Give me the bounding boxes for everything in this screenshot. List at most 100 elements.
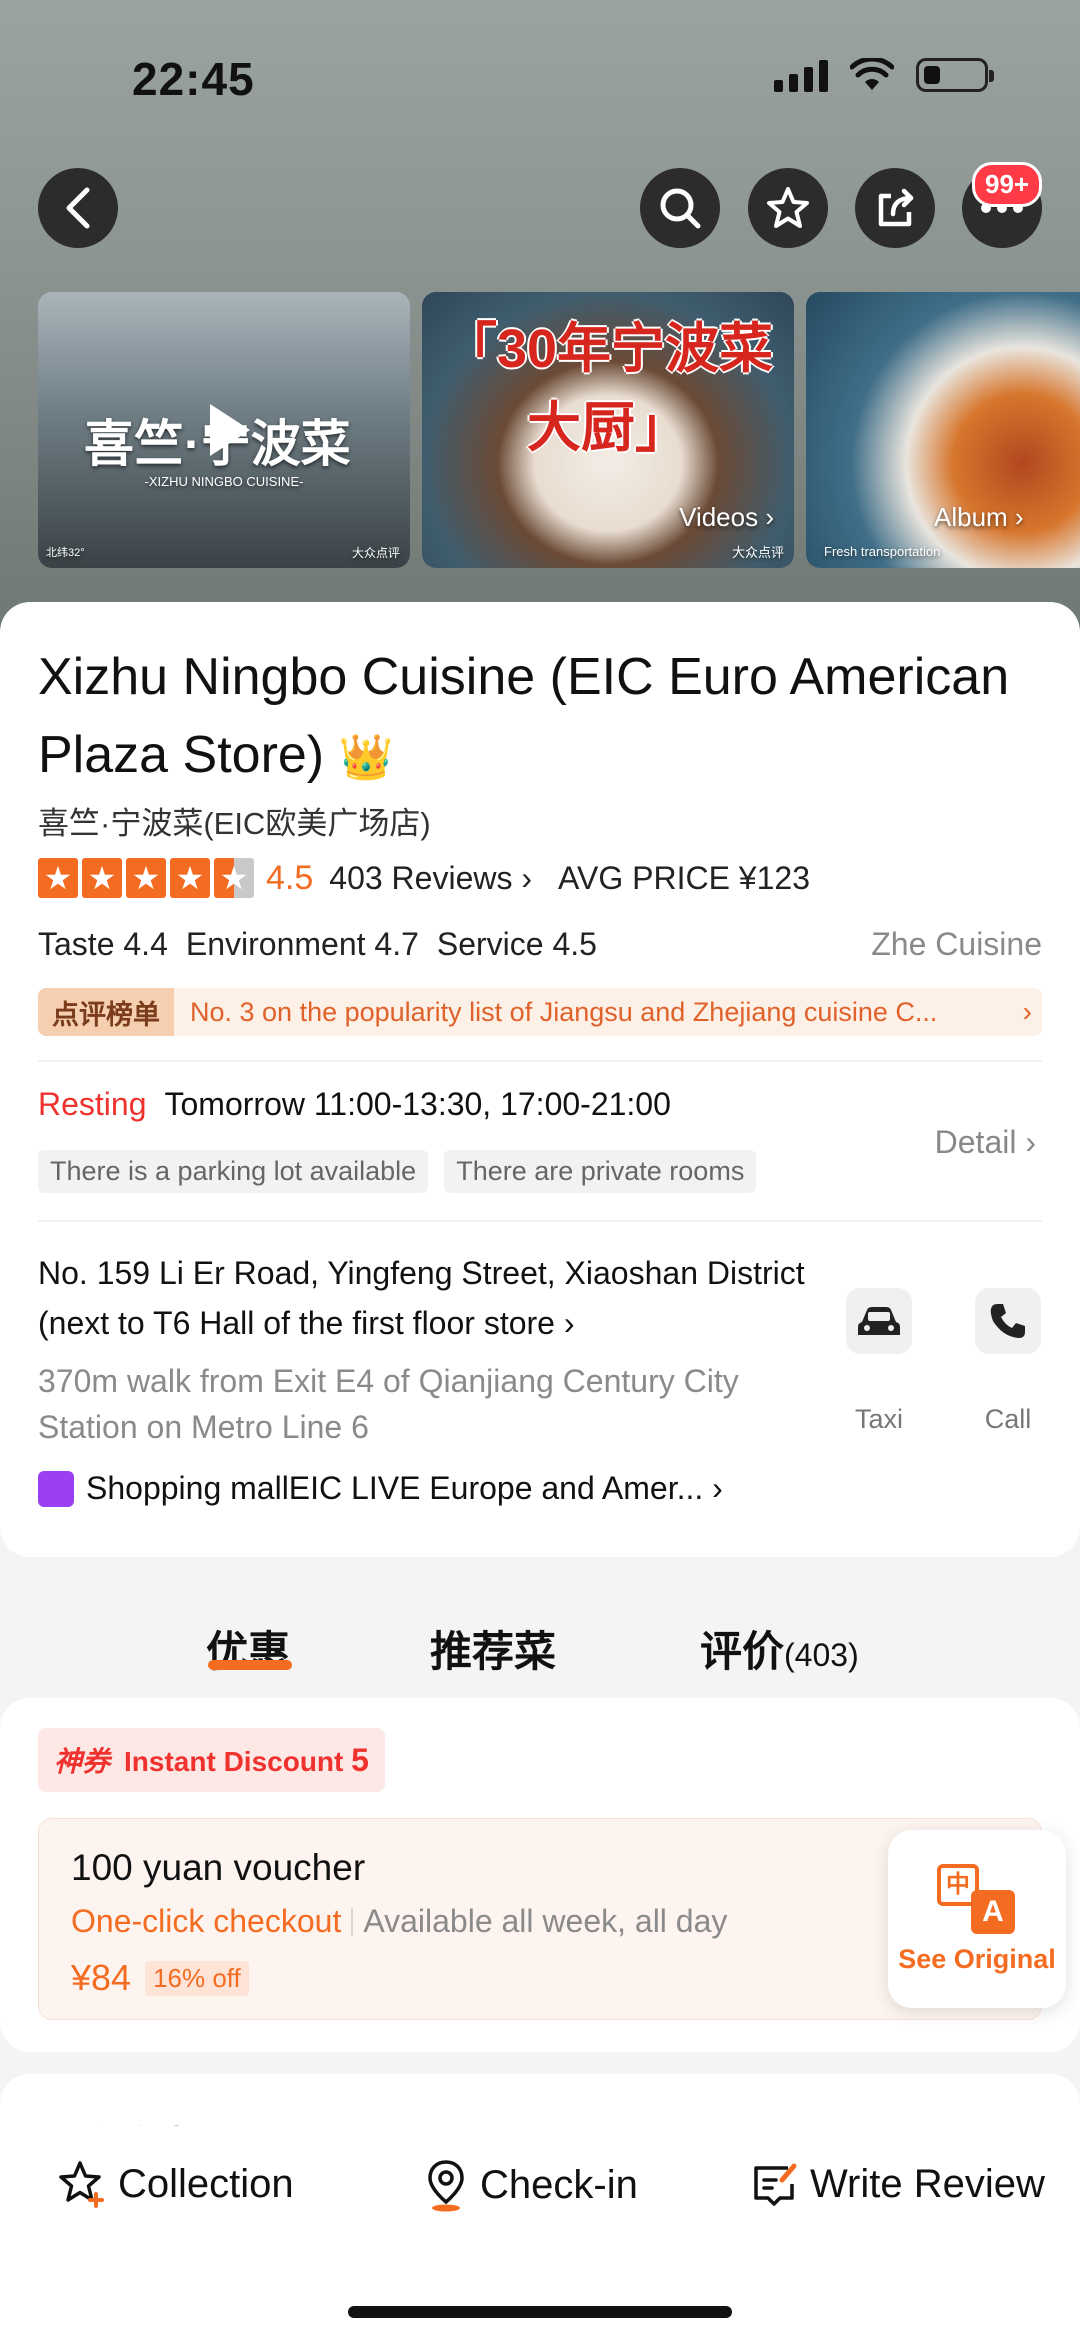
restaurant-name: Xizhu Ningbo Cuisine (EIC Euro American … xyxy=(38,648,1010,784)
write-review-button[interactable]: Write Review xyxy=(748,2158,1045,2210)
star-plus-icon xyxy=(59,2161,104,2208)
score-breakdown: Taste 4.4 Environment 4.7 Service 4.5 xyxy=(38,926,597,963)
videos-label: Videos xyxy=(679,502,759,532)
status-icons xyxy=(774,58,994,92)
instant-discount-label: Instant Discount 5 xyxy=(124,1742,369,1779)
collection-label: Collection xyxy=(118,2161,294,2206)
facility-tags: There is a parking lot available There a… xyxy=(38,1150,757,1193)
share-button[interactable] xyxy=(855,168,935,248)
tab-reviews[interactable]: 评价(403) xyxy=(700,1618,859,1679)
dish-photo[interactable]: 「30年宁波菜大厨」 大众点评 Videos › xyxy=(422,292,794,568)
share-icon xyxy=(878,188,914,227)
voucher-details: One-click checkout Available all week, a… xyxy=(71,1903,727,1940)
voucher-title: 100 yuan voucher xyxy=(71,1847,366,1888)
dish-watermark: 大众点评 xyxy=(731,545,784,560)
video-geo-label: 北纬32° xyxy=(46,547,85,559)
detail-label: Detail xyxy=(934,1124,1017,1160)
album-caption: Fresh transportation xyxy=(824,544,941,559)
call-label: Call xyxy=(984,1404,1032,1434)
star-icon: ★ xyxy=(82,858,122,898)
discount-label: Instant Discount xyxy=(124,1745,344,1777)
rating-stars: ★ ★ ★ ★ ★ xyxy=(38,858,254,898)
section-tabs: 优惠 推荐菜 评价(403) xyxy=(0,1600,1080,1680)
voucher-price-row: ¥84 16% off xyxy=(71,1957,249,1999)
environment-score: Environment 4.7 xyxy=(185,926,419,962)
location-pin-icon xyxy=(428,2160,464,2212)
oneclick-checkout: One-click checkout xyxy=(71,1903,342,1939)
see-original-label: See Original xyxy=(898,1943,1056,1974)
videos-link[interactable]: Videos › xyxy=(679,502,774,533)
star-icon xyxy=(767,187,809,228)
mall-prefix: Shopping mall xyxy=(86,1470,289,1506)
star-icon: ★ xyxy=(38,858,78,898)
phone-icon xyxy=(990,1304,1025,1338)
address-text: No. 159 Li Er Road, Yingfeng Street, Xia… xyxy=(38,1255,805,1341)
star-icon: ★ xyxy=(126,858,166,898)
restaurant-title: Xizhu Ningbo Cuisine (EIC Euro American … xyxy=(38,638,1058,797)
back-button[interactable] xyxy=(38,168,118,248)
service-score: Service 4.5 xyxy=(436,926,597,962)
mall-link[interactable]: Shopping mall EIC LIVE Europe and Amer...… xyxy=(38,1470,723,1507)
collection-button[interactable]: Collection xyxy=(56,2158,294,2210)
ranking-tag: 点评榜单 xyxy=(38,988,174,1036)
taxi-icon xyxy=(858,1307,900,1335)
tab-reviews-label: 评价 xyxy=(700,1628,785,1675)
checkin-button[interactable]: Check-in xyxy=(422,2158,638,2212)
active-tab-indicator xyxy=(208,1660,292,1670)
home-indicator[interactable] xyxy=(348,2306,732,2318)
taste-score: Taste 4.4 xyxy=(38,926,168,962)
search-button[interactable] xyxy=(640,168,720,248)
opening-hours: Tomorrow 11:00-13:30, 17:00-21:00 xyxy=(164,1086,671,1122)
notification-badge: 99+ xyxy=(972,162,1043,207)
video-subtitle: -XIZHU NINGBO CUISINE- xyxy=(144,474,304,489)
reviews-count: 403 Reviews xyxy=(329,859,513,896)
star-icon: ★ xyxy=(170,858,210,898)
cuisine-type: Zhe Cuisine xyxy=(871,926,1042,962)
building-icon xyxy=(38,1470,74,1507)
video-thumbnail[interactable]: 喜竺·宁波菜 -XIZHU NINGBO CUISINE- 北纬32° 大众点评 xyxy=(38,292,410,568)
parking-tag: There is a parking lot available xyxy=(38,1150,429,1193)
chevron-right-icon: › xyxy=(1022,996,1032,1027)
ranking-banner[interactable]: 点评榜单 No. 3 on the popularity list of Jia… xyxy=(38,988,1042,1036)
crown-icon: 👑 xyxy=(338,733,394,782)
edit-review-icon xyxy=(754,2163,797,2206)
translate-icon: 中 A xyxy=(937,1863,1017,1934)
restaurant-name-cn: 喜竺·宁波菜(EIC欧美广场店) xyxy=(38,806,431,841)
write-review-label: Write Review xyxy=(810,2161,1045,2206)
mall-name: EIC LIVE Europe and Amer... xyxy=(288,1470,704,1506)
avg-price: AVG PRICE ¥123 xyxy=(558,859,810,896)
favorite-button[interactable] xyxy=(748,168,828,248)
address-link[interactable]: No. 159 Li Er Road, Yingfeng Street, Xia… xyxy=(38,1248,838,1348)
chevron-left-icon xyxy=(66,187,90,229)
hero-background: 22:45 99+ 喜竺·宁波菜 -XIZHU NINGBO CUISINE- … xyxy=(0,0,1080,640)
status-bar: 22:45 xyxy=(0,0,1080,150)
rating-row: ★ ★ ★ ★ ★ 4.5 403 Reviews › AVG PRICE ¥1… xyxy=(38,856,810,900)
private-rooms-tag: There are private rooms xyxy=(444,1150,757,1193)
play-icon xyxy=(210,404,250,456)
album-photo[interactable]: Album › Fresh transportation xyxy=(806,292,1080,568)
call-button[interactable] xyxy=(975,1288,1041,1354)
battery-icon xyxy=(916,58,994,92)
taxi-label: Taxi xyxy=(854,1404,903,1434)
coupon-tag: 神券 xyxy=(54,1746,111,1777)
checkin-label: Check-in xyxy=(480,2162,638,2207)
discount-value: 5 xyxy=(351,1741,369,1778)
detail-link[interactable]: Detail › xyxy=(935,1124,1036,1161)
divider xyxy=(38,1220,1042,1222)
album-label: Album xyxy=(934,502,1008,532)
media-carousel[interactable]: 喜竺·宁波菜 -XIZHU NINGBO CUISINE- 北纬32° 大众点评… xyxy=(38,292,1080,568)
see-original-button[interactable]: 中 A See Original xyxy=(888,1830,1066,2008)
tab-reviews-count: (403) xyxy=(784,1637,859,1673)
restaurant-info-card: Xizhu Ningbo Cuisine (EIC Euro American … xyxy=(0,602,1080,1557)
divider xyxy=(38,1060,1042,1062)
taxi-button[interactable] xyxy=(846,1288,912,1354)
tab-recommended-dishes[interactable]: 推荐菜 xyxy=(430,1618,556,1679)
reviews-link[interactable]: 403 Reviews › xyxy=(329,860,532,897)
separator xyxy=(351,1907,354,1936)
wifi-icon xyxy=(850,58,894,90)
instant-discount-badge: 神券 Instant Discount 5 xyxy=(38,1728,385,1792)
signal-icon xyxy=(774,58,828,92)
album-link[interactable]: Album › xyxy=(934,502,1024,533)
availability: Available all week, all day xyxy=(363,1903,728,1939)
ranking-text: No. 3 on the popularity list of Jiangsu … xyxy=(190,996,938,1027)
